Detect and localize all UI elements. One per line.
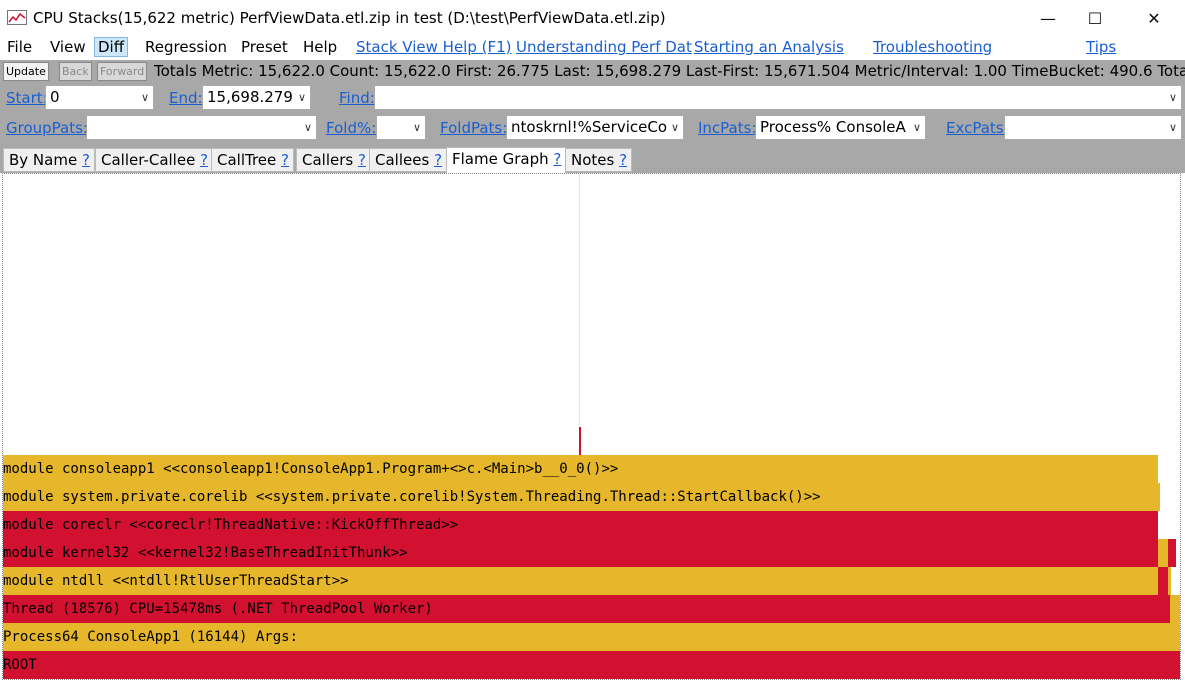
view-tabs: By Name ? Caller-Callee ? CallTree ? Cal… xyxy=(0,144,1185,173)
title-bar: CPU Stacks(15,622 metric) PerfViewData.e… xyxy=(0,0,1185,36)
tab-help-link[interactable]: ? xyxy=(281,151,289,169)
flame-frame-small[interactable] xyxy=(1158,483,1160,511)
tab-help-link[interactable]: ? xyxy=(200,151,208,169)
tab-notes[interactable]: Notes ? xyxy=(565,148,633,172)
chevron-down-icon: ∨ xyxy=(912,121,921,134)
end-value: 15,698.279 xyxy=(207,88,293,106)
link-troubleshooting[interactable]: Troubleshooting xyxy=(873,38,992,56)
menu-view[interactable]: View xyxy=(50,38,86,56)
flame-guide-line xyxy=(579,174,580,427)
close-button[interactable]: ✕ xyxy=(1131,0,1177,36)
chevron-down-icon: ∨ xyxy=(670,121,679,134)
tab-label: Caller-Callee xyxy=(101,151,196,169)
link-understanding-perf-data[interactable]: Understanding Perf Dat xyxy=(516,38,692,56)
find-label[interactable]: Find: xyxy=(339,89,375,107)
start-value: 0 xyxy=(50,88,60,106)
chevron-down-icon: ∨ xyxy=(303,121,312,134)
chevron-down-icon: ∨ xyxy=(297,91,306,104)
foldpats-value: ntoskrnl!%ServiceCo xyxy=(511,118,667,136)
tab-by-name[interactable]: By Name ? xyxy=(3,148,95,172)
flame-frame[interactable]: module ntdll <<ntdll!RtlUserThreadStart>… xyxy=(3,567,1158,595)
pattern-filter-bar: GroupPats: ∨ Fold%: ∨ FoldPats: ntoskrnl… xyxy=(0,113,1185,144)
foldpats-label[interactable]: FoldPats: xyxy=(440,119,507,137)
flame-graph-canvas[interactable]: module consoleapp1 <<consoleapp1!Console… xyxy=(2,173,1181,680)
incpats-label[interactable]: IncPats: xyxy=(698,119,757,137)
minimize-button[interactable]: — xyxy=(1025,0,1071,36)
toolbar: Update Back Forward Totals Metric: 15,62… xyxy=(0,60,1185,83)
flame-frame[interactable]: module coreclr <<coreclr!ThreadNative::K… xyxy=(3,511,1158,539)
tab-help-link[interactable]: ? xyxy=(619,151,627,169)
end-combo[interactable]: 15,698.279 ∨ xyxy=(202,85,311,110)
incpats-value: Process% ConsoleA xyxy=(760,118,906,136)
time-filter-bar: Start: 0 ∨ End: 15,698.279 ∨ Find: ∨ xyxy=(0,83,1185,113)
tab-label: Flame Graph xyxy=(452,150,549,168)
excpats-label[interactable]: ExcPats: xyxy=(946,119,1009,137)
fold-combo[interactable]: ∨ xyxy=(376,115,426,140)
menu-file[interactable]: File xyxy=(7,38,32,56)
foldpats-combo[interactable]: ntoskrnl!%ServiceCo ∨ xyxy=(506,115,684,140)
tab-help-link[interactable]: ? xyxy=(434,151,442,169)
flame-frame[interactable]: Process64 ConsoleApp1 (16144) Args: xyxy=(3,623,1180,651)
chevron-down-icon: ∨ xyxy=(140,91,149,104)
flame-frame-small[interactable] xyxy=(1170,595,1180,623)
tab-caller-callee[interactable]: Caller-Callee ? xyxy=(95,148,214,172)
start-combo[interactable]: 0 ∨ xyxy=(45,85,154,110)
excpats-combo[interactable]: ∨ xyxy=(1004,115,1182,140)
tab-label: By Name xyxy=(9,151,78,169)
tab-label: Notes xyxy=(571,151,615,169)
tab-callers[interactable]: Callers ? xyxy=(296,148,371,172)
tab-flame-graph[interactable]: Flame Graph ? xyxy=(446,147,567,173)
end-label[interactable]: End: xyxy=(169,89,203,107)
menu-preset[interactable]: Preset xyxy=(241,38,288,56)
chevron-down-icon: ∨ xyxy=(412,121,421,134)
chevron-down-icon: ∨ xyxy=(1168,91,1177,104)
find-combo[interactable]: ∨ xyxy=(374,85,1182,110)
forward-button[interactable]: Forward xyxy=(97,62,148,81)
start-label[interactable]: Start: xyxy=(6,89,48,107)
menu-diff[interactable]: Diff xyxy=(94,37,129,57)
menu-regression[interactable]: Regression xyxy=(145,38,227,56)
flame-frame-small[interactable] xyxy=(1168,539,1176,567)
tab-help-link[interactable]: ? xyxy=(358,151,366,169)
chevron-down-icon: ∨ xyxy=(1168,121,1177,134)
flame-frame[interactable]: module consoleapp1 <<consoleapp1!Console… xyxy=(3,455,1158,483)
flame-frame-small[interactable] xyxy=(1158,539,1168,567)
window-title: CPU Stacks(15,622 metric) PerfViewData.e… xyxy=(33,9,666,27)
flame-frame[interactable]: module kernel32 <<kernel32!BaseThreadIni… xyxy=(3,539,1158,567)
totals-summary: Totals Metric: 15,622.0 Count: 15,622.0 … xyxy=(154,62,1185,80)
back-button[interactable]: Back xyxy=(59,62,92,81)
tab-help-link[interactable]: ? xyxy=(553,150,561,168)
flame-frame[interactable]: Thread (18576) CPU=15478ms (.NET ThreadP… xyxy=(3,595,1170,623)
tab-label: Callers xyxy=(302,151,354,169)
flame-frame-small[interactable] xyxy=(1158,567,1168,595)
tab-label: Callees xyxy=(375,151,430,169)
link-starting-analysis[interactable]: Starting an Analysis xyxy=(694,38,844,56)
flame-frame[interactable]: ROOT xyxy=(3,651,1180,679)
grouppats-label[interactable]: GroupPats: xyxy=(6,119,88,137)
menu-help[interactable]: Help xyxy=(303,38,337,56)
chart-app-icon xyxy=(7,10,27,25)
incpats-combo[interactable]: Process% ConsoleA ∨ xyxy=(755,115,926,140)
tab-callees[interactable]: Callees ? xyxy=(369,148,448,172)
update-button[interactable]: Update xyxy=(3,62,49,81)
grouppats-combo[interactable]: ∨ xyxy=(86,115,317,140)
maximize-button[interactable]: ☐ xyxy=(1072,0,1118,36)
flame-frame[interactable]: module system.private.corelib <<system.p… xyxy=(3,483,1158,511)
flame-frame-small[interactable] xyxy=(1168,567,1171,595)
tab-label: CallTree xyxy=(217,151,277,169)
menu-bar: File View Diff Regression Preset Help St… xyxy=(0,36,1185,60)
link-tips[interactable]: Tips xyxy=(1086,38,1116,56)
fold-label[interactable]: Fold%: xyxy=(326,119,376,137)
tab-help-link[interactable]: ? xyxy=(82,151,90,169)
tab-calltree[interactable]: CallTree ? xyxy=(211,148,295,172)
link-stack-view-help[interactable]: Stack View Help (F1) xyxy=(356,38,512,56)
flame-spike[interactable] xyxy=(579,427,581,455)
